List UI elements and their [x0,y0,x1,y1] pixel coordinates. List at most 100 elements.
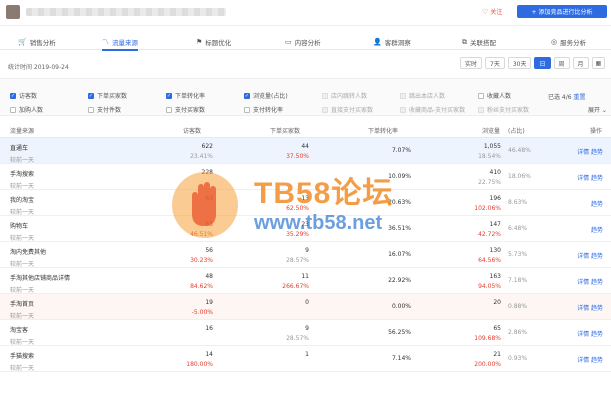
checkbox-order-buyers[interactable]: ✓ 下单买家数 [88,91,127,100]
cta-label: + 添加竞品进行比分析 [531,9,593,16]
conversion-value: 22.92% [388,277,411,284]
metric-filters: ✓ 访客数 ✓ 下单买家数 ✓ 下单转化率 ✓ 浏览量(占比) 店内跳转人数 跳出本店人… [0,78,611,116]
checkbox-icon [322,106,328,113]
tab-label: 内容分析 [294,39,321,47]
buyers-cell: 0 [305,299,309,309]
col-order-buyers[interactable]: 下单买家数 [270,126,300,135]
tab-title-optimize[interactable]: ⚑ 标题优化 [196,35,231,49]
checkbox-pay-items[interactable]: 支付件数 [88,105,121,114]
add-competitor-button[interactable]: + 添加竞品进行比分析 [517,5,607,18]
source-cell: 手猫搜索 较前一天 [10,351,34,372]
tab-label: 服务分析 [560,39,587,47]
conversion-value: 10.09% [388,173,411,180]
pageviews-change: 94.05% [478,283,501,290]
pageviews-change: 102.06% [474,205,501,212]
stat-bar: 统计时间 2019-09-24 实时 7天 30天 日 周 月 ▦ [0,52,611,76]
checkbox-bounce[interactable]: 跳出本店人数 [400,91,445,100]
checkbox-favorites[interactable]: 收藏人数 [478,91,511,100]
buyers-value: 1 [305,351,309,358]
visitors-change: 30.23% [190,257,213,264]
checkbox-label: 收藏人数 [487,93,512,100]
period-month[interactable]: 月 [572,57,589,69]
table-row: 手淘首页 较前一天 19 -5.00% 0 0.00% 20 0.88% 详情 趋势 [0,294,611,320]
checkbox-order-conversion[interactable]: ✓ 下单转化率 [166,91,205,100]
pageviews-value: 21 [493,351,501,358]
compare-label: 较前一天 [10,287,35,294]
flag-icon: ⚑ [196,38,203,46]
tab-traffic-source[interactable]: 〽流量来源 [102,35,138,51]
col-pageviews[interactable]: 浏览量 [482,126,500,135]
checkbox-icon [400,106,406,113]
link-icon: ⧉ [462,37,467,46]
detail-trend-link[interactable]: 详情 趋势 [577,277,603,286]
checkbox-add-cart[interactable]: 加购人数 [10,105,43,114]
col-order-conversion[interactable]: 下单转化率 [368,126,398,135]
checkbox-pay-buyers[interactable]: 支付买家数 [166,105,205,114]
checkbox-label: 粉丝支付买家数 [487,107,530,114]
buyers-cell: 1 [305,351,309,361]
detail-trend-link[interactable]: 趋势 [591,225,603,234]
visitors-change: -5.00% [191,309,213,316]
period-realtime[interactable]: 实时 [460,57,483,69]
pageviews-change: 18.54% [478,153,501,160]
tab-label: 标题优化 [205,39,232,47]
checkbox-label: 浏览量(占比) [253,93,288,100]
buyers-cell: 23 35.29% [286,221,309,238]
compare-label: 较前一天 [10,235,35,242]
visitors-change: 84.62% [190,283,213,290]
table-row: 手淘搜索 较前一天 228 10.09% 410 22.75% 18.06% 详情 趋势 [0,164,611,190]
detail-trend-link[interactable]: 趋势 [591,199,603,208]
tab-service-analysis[interactable]: ◎ 服务分析 [551,35,586,49]
tab-label: 客群洞察 [384,39,411,47]
compare-label: 较前一天 [10,339,35,346]
visitors-change: 23.41% [190,153,213,160]
period-day[interactable]: 日 [534,57,551,69]
pageviews-value: 163 [489,273,501,280]
conversion-cell: 16.07% [388,251,411,258]
detail-trend-link[interactable]: 详情 趋势 [577,173,603,182]
col-actions: 操作 [590,128,603,135]
table-row: 手猫搜索 较前一天 14 180.00% 1 7.14% 21 200.00% 0.93% 详情 … [0,346,611,372]
checkbox-icon [88,106,94,113]
buyers-change: 35.29% [286,231,309,238]
checkbox-fav-pay[interactable]: 收藏商品-支付买家数 [400,105,465,114]
follow-button[interactable]: ♡ 关注 [482,7,502,17]
visitors-cell: 14 180.00% [186,351,213,368]
buyers-value: 44 [301,143,309,150]
compare-label: 较前一天 [10,313,35,320]
detail-trend-link[interactable]: 详情 趋势 [577,329,603,338]
reset-link[interactable]: 重置 [574,94,586,101]
detail-trend-link[interactable]: 详情 趋势 [577,251,603,260]
detail-trend-link[interactable]: 详情 趋势 [577,147,603,156]
calendar-icon[interactable]: ▦ [591,57,606,69]
visitors-value: 622 [201,143,213,150]
detail-trend-link[interactable]: 详情 趋势 [577,355,603,364]
checkbox-fans-pay[interactable]: 粉丝支付买家数 [478,105,529,114]
tab-content-analysis[interactable]: ▭ 内容分析 [285,35,321,49]
period-7d[interactable]: 7天 [485,57,505,69]
tab-related-match[interactable]: ⧉ 关联搭配 [462,35,496,49]
checkbox-visitors[interactable]: ✓ 访客数 [10,91,37,100]
checkbox-pay-conversion[interactable]: 支付转化率 [244,105,283,114]
pageviews-cell: 130 64.56% [478,247,501,264]
expand-toggle[interactable]: 展开 ⌄ [588,105,607,114]
period-week[interactable]: 周 [553,57,570,69]
buyers-cell: 44 37.50% [286,143,309,160]
tab-sales[interactable]: 🛒 销售分析 [18,35,56,49]
pageviews-cell: 410 22.75% [478,169,501,186]
detail-trend-link[interactable]: 详情 趋势 [577,303,603,312]
period-30d[interactable]: 30天 [507,57,532,69]
buyers-change: 62.50% [286,205,309,212]
pageviews-value: 1,055 [483,143,501,150]
service-icon: ◎ [551,38,558,46]
conversion-cell: 56.25% [388,329,411,336]
tab-customer-insight[interactable]: 👤 客群洞察 [373,35,411,49]
checkbox-instore-jump[interactable]: 店内跳转人数 [322,91,367,100]
product-thumbnail[interactable] [6,5,20,19]
source-cell: 我的淘宝 较前一天 [10,195,34,216]
visitors-cell: 56 30.23% [190,247,213,264]
checkbox-label: 下单买家数 [97,93,128,100]
checkbox-direct-pay[interactable]: 直接支付买家数 [322,105,373,114]
col-visitors[interactable]: 访客数 [183,126,201,135]
checkbox-pageviews[interactable]: ✓ 浏览量(占比) [244,91,288,100]
